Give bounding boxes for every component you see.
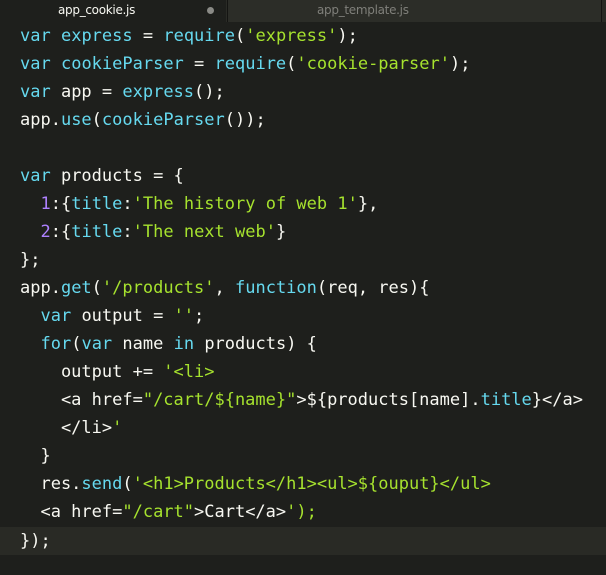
unsaved-dot-icon[interactable] [207,7,214,14]
code-line: 2:{title:'The next web'} [40,222,287,242]
code-line: } [20,446,51,466]
code-line: 1:{title:'The history of web 1'}, [40,194,379,214]
tab-bar: app_cookie.js app_template.js [0,0,606,22]
code-line: <a href="/cart">Cart</a>'); [20,502,317,522]
code-line: var cookieParser = require('cookie-parse… [20,54,471,74]
current-line-highlight [0,527,606,555]
code-line: output += '<li> [20,362,215,382]
code-line: </li>' [20,418,123,438]
tab-app-template[interactable]: app_template.js [227,0,602,22]
code-line: var products = { [20,166,184,186]
code-editor[interactable]: var express = require('express'); var coo… [0,22,606,575]
code-line: }); [20,531,51,551]
code-line: for(var name in products) { [40,334,317,354]
tab-label: app_template.js [317,3,409,17]
code-line: res.send('<h1>Products</h1><ul>${ouput}<… [20,474,491,494]
code-line: var app = express(); [20,82,225,102]
code-line: <a href="/cart/${name}">${products[name]… [20,390,583,410]
code-line: app.use(cookieParser()); [20,110,266,130]
code-line: }; [20,250,41,270]
tab-app-cookie[interactable]: app_cookie.js [0,0,226,22]
code-line: var express = require('express'); [20,26,358,46]
tab-label: app_cookie.js [58,3,136,17]
code-line: app.get('/products', function(req, res){ [20,278,430,298]
code-line: var output = ''; [40,306,205,326]
